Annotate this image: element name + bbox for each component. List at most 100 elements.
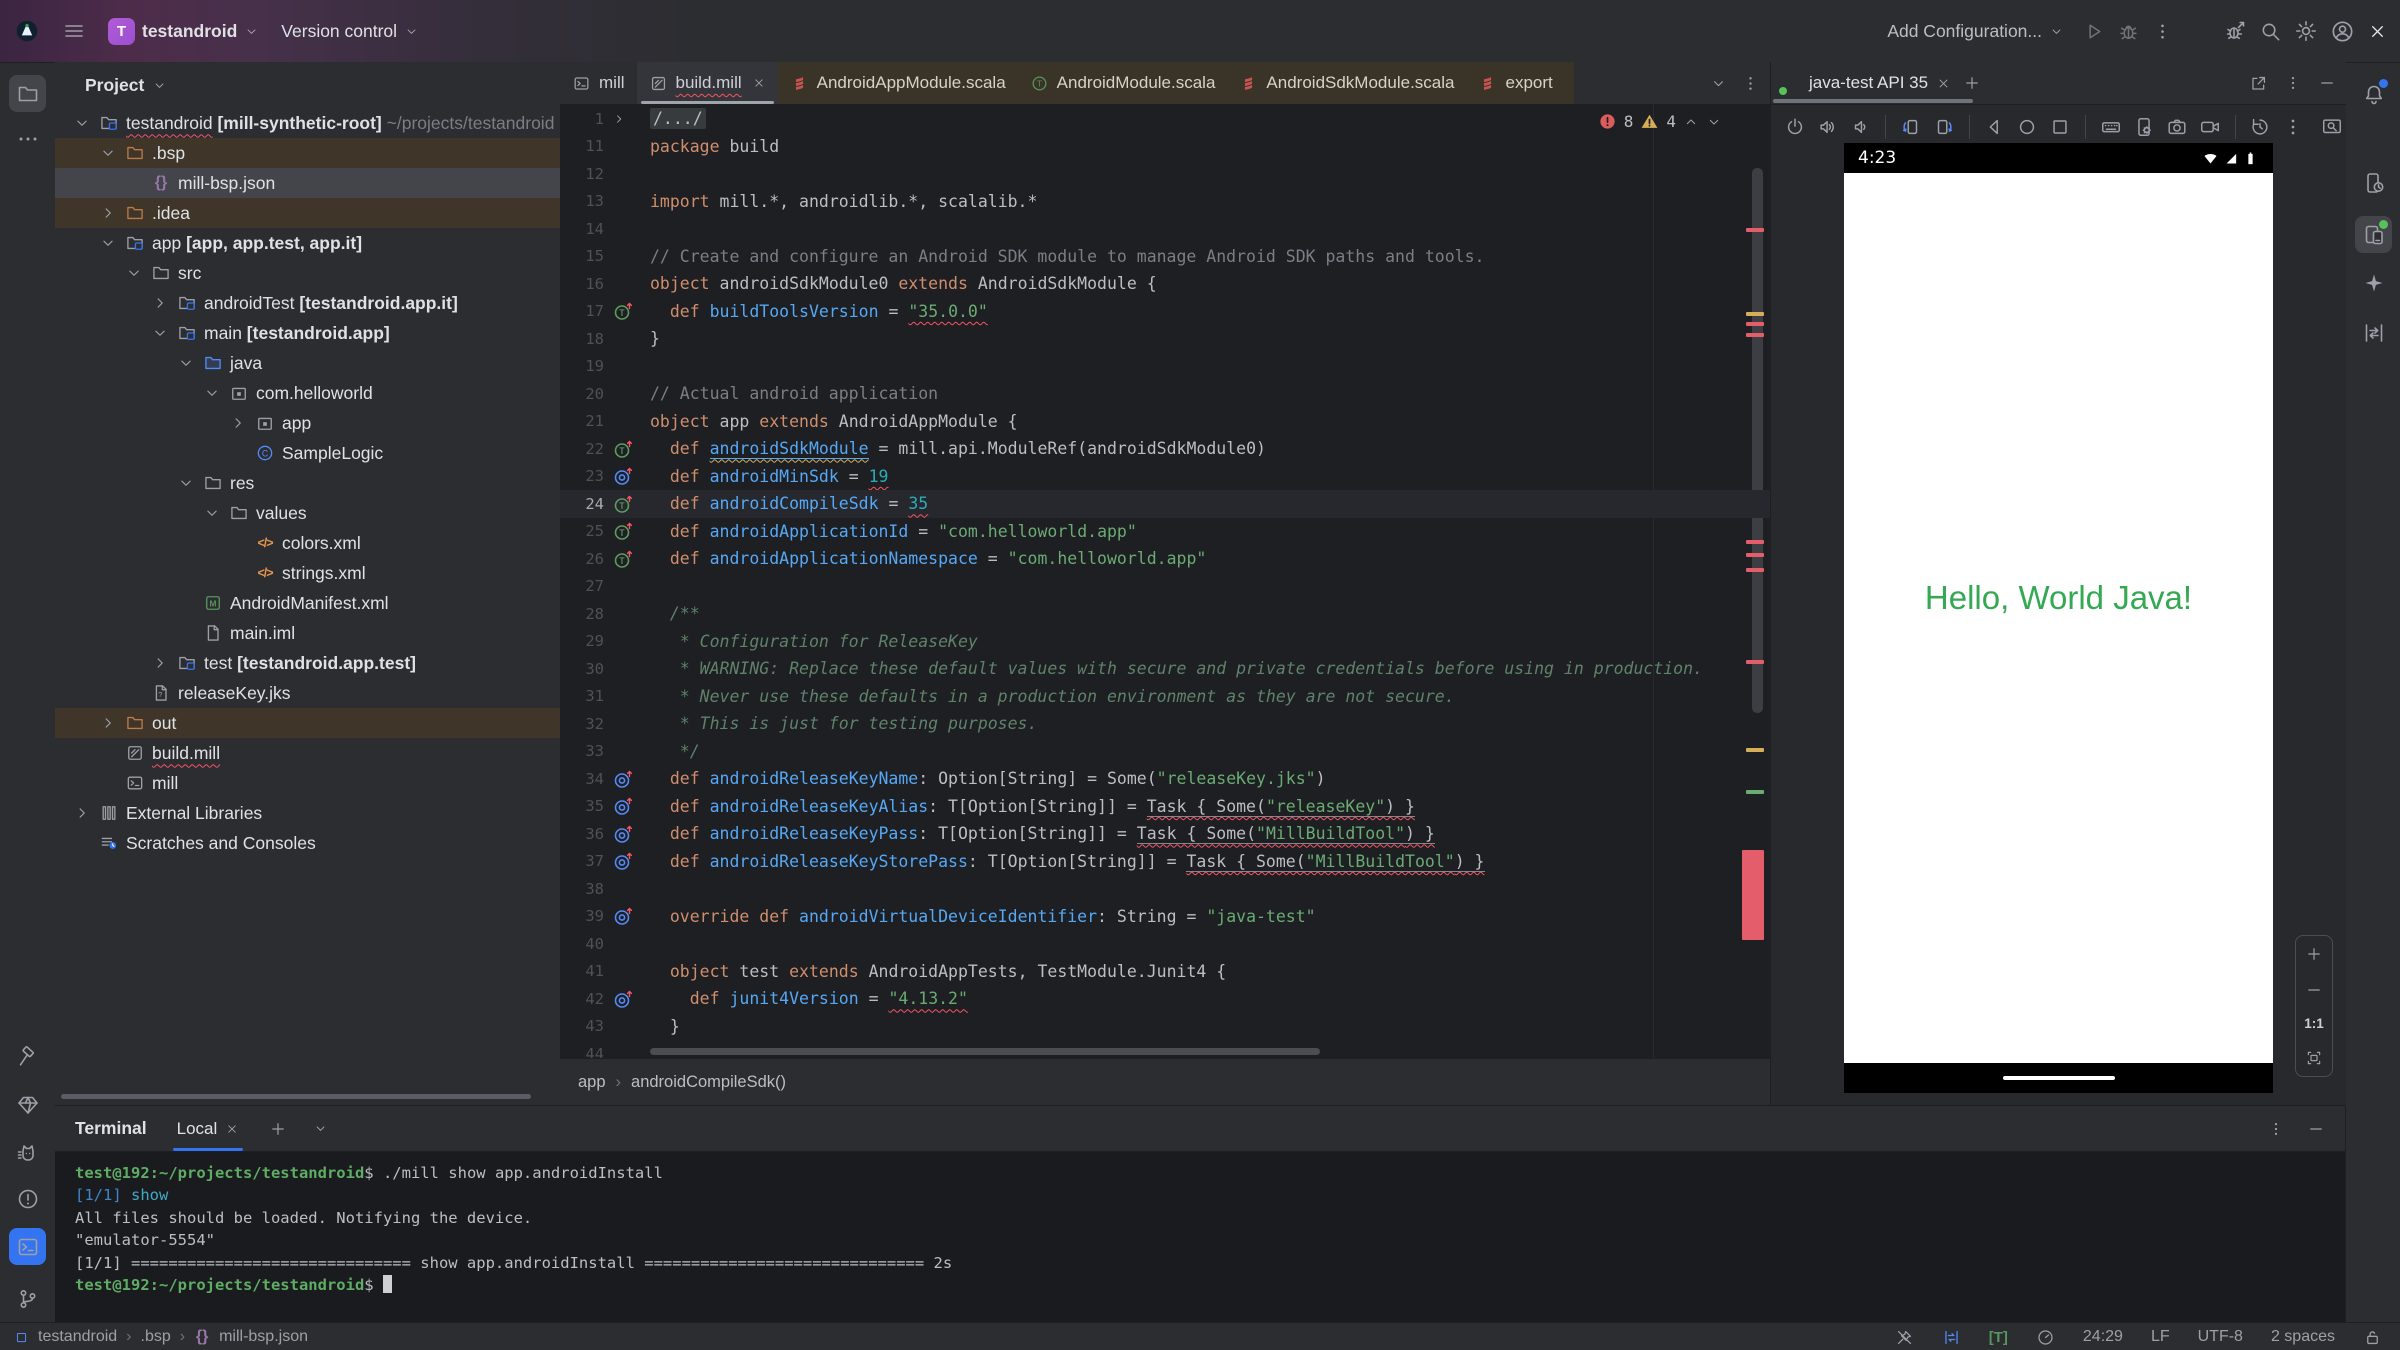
code-line-12[interactable]: 12 xyxy=(560,160,1770,188)
code-line-20[interactable]: 20// Actual android application xyxy=(560,380,1770,408)
code-line-38[interactable]: 38 xyxy=(560,875,1770,903)
editor-options-kebab-icon[interactable] xyxy=(1741,74,1760,93)
project-widget[interactable]: T testandroid xyxy=(108,18,259,45)
code-line-1[interactable]: 1/.../ xyxy=(560,105,1770,133)
ovr-gutter-icon[interactable] xyxy=(612,767,636,791)
more-actions-kebab-icon[interactable] xyxy=(2152,21,2173,42)
account-button[interactable] xyxy=(2330,19,2355,44)
emulator-record-button[interactable] xyxy=(2196,112,2223,142)
profiler-button[interactable] xyxy=(2223,19,2247,43)
code-line-31[interactable]: 31 * Never use these defaults in a produ… xyxy=(560,683,1770,711)
emulator-kebab-button[interactable] xyxy=(2280,112,2307,142)
zoom-out-button[interactable] xyxy=(2305,981,2323,999)
emulator-vol-up-button[interactable] xyxy=(1814,112,1841,142)
toolbar-scrollbar[interactable] xyxy=(1773,99,1973,103)
tree-chevron-icon[interactable] xyxy=(203,504,221,522)
running-devices-button[interactable] xyxy=(2355,216,2392,253)
emulator-home-button[interactable] xyxy=(2014,112,2041,142)
tree-item-samplelogic[interactable]: CSampleLogic xyxy=(55,438,560,468)
ovr-gutter-icon[interactable] xyxy=(612,987,636,1011)
emulator-phone-gear-button[interactable] xyxy=(2130,112,2157,142)
editor-tab-androidsdkmodule-scala[interactable]: AndroidSdkModule.scala xyxy=(1227,62,1466,104)
tree-item-releasekey-jks[interactable]: ?releaseKey.jks xyxy=(55,678,560,708)
ovr-gutter-icon[interactable] xyxy=(612,464,636,488)
tree-chevron-icon[interactable] xyxy=(99,714,117,732)
code-line-25[interactable]: 25T def androidApplicationId = "com.hell… xyxy=(560,518,1770,546)
new-terminal-tab-button[interactable] xyxy=(269,1120,287,1138)
emulator-rot-l-button[interactable] xyxy=(1897,112,1924,142)
indent-size[interactable]: 2 spaces xyxy=(2271,1328,2335,1346)
code-line-18[interactable]: 18} xyxy=(560,325,1770,353)
terminal-tool-button[interactable] xyxy=(9,1228,46,1265)
status-crumb-mill-bsp-json[interactable]: mill-bsp.json xyxy=(219,1328,308,1346)
open-in-window-icon[interactable] xyxy=(2249,74,2268,93)
hide-terminal-icon[interactable] xyxy=(2307,1120,2325,1138)
line-ending[interactable]: LF xyxy=(2151,1328,2170,1346)
emulator-overview-button[interactable] xyxy=(2047,112,2074,142)
task-gutter-icon[interactable]: T xyxy=(612,492,636,516)
code-line-22[interactable]: 22T def androidSdkModule = mill.api.Modu… xyxy=(560,435,1770,463)
tree-item-main[interactable]: main [testandroid.app] xyxy=(55,318,560,348)
code-line-34[interactable]: 34 def androidReleaseKeyName: Option[Str… xyxy=(560,765,1770,793)
fold-arrow-icon[interactable] xyxy=(612,112,626,126)
tree-item-mill-bsp-json[interactable]: {}mill-bsp.json xyxy=(55,168,560,198)
code-line-27[interactable]: 27 xyxy=(560,573,1770,601)
debug-button[interactable] xyxy=(2117,20,2140,43)
emulator-screen[interactable]: 4:23 Hello, World Java! xyxy=(1844,143,2273,1093)
gemini-ai-button[interactable] xyxy=(2355,264,2392,301)
device-manager-button[interactable] xyxy=(2355,164,2392,201)
status-crumb--bsp[interactable]: .bsp xyxy=(141,1328,171,1346)
project-horizontal-scrollbar[interactable] xyxy=(61,1094,531,1099)
notifications-button[interactable] xyxy=(2355,75,2392,112)
task-gutter-icon[interactable]: T xyxy=(612,437,636,461)
code-line-39[interactable]: 39 override def androidVirtualDeviceIden… xyxy=(560,903,1770,931)
hide-panel-icon[interactable] xyxy=(2318,74,2336,92)
caret-position[interactable]: 24:29 xyxy=(2083,1328,2123,1346)
close-window-button[interactable] xyxy=(2367,21,2388,42)
code-line-29[interactable]: 29 * Configuration for ReleaseKey xyxy=(560,628,1770,656)
editor-tab-androidappmodule-scala[interactable]: AndroidAppModule.scala xyxy=(778,62,1018,104)
tree-chevron-icon[interactable] xyxy=(73,114,91,132)
device-panel-kebab-icon[interactable] xyxy=(2284,74,2302,92)
tree-item--idea[interactable]: .idea xyxy=(55,198,560,228)
main-menu-hamburger-icon[interactable] xyxy=(62,19,86,43)
breadcrumb-app[interactable]: app xyxy=(578,1073,606,1092)
sbt-tool-button[interactable] xyxy=(9,1086,46,1123)
tree-item-mill[interactable]: mill xyxy=(55,768,560,798)
tree-chevron-icon[interactable] xyxy=(99,234,117,252)
editor-breadcrumbs[interactable]: app›androidCompileSdk() xyxy=(560,1058,1770,1106)
code-line-23[interactable]: 23 def androidMinSdk = 19 xyxy=(560,463,1770,491)
tree-item-external-libraries[interactable]: External Libraries xyxy=(55,798,560,828)
tree-item-src[interactable]: src xyxy=(55,258,560,288)
tree-item-androidtest[interactable]: androidTest [testandroid.app.it] xyxy=(55,288,560,318)
code-line-32[interactable]: 32 * This is just for testing purposes. xyxy=(560,710,1770,738)
code-line-35[interactable]: 35 def androidReleaseKeyAlias: T[Option[… xyxy=(560,793,1770,821)
code-line-40[interactable]: 40 xyxy=(560,930,1770,958)
emulator-reset-button[interactable] xyxy=(2247,112,2274,142)
tree-item-values[interactable]: values xyxy=(55,498,560,528)
editor-tab-export[interactable]: export xyxy=(1466,62,1574,104)
run-configuration-selector[interactable]: Add Configuration... xyxy=(1887,21,2064,42)
zoom-in-button[interactable] xyxy=(2305,945,2323,963)
tree-chevron-icon[interactable] xyxy=(99,144,117,162)
emulator-keyboard-button[interactable] xyxy=(2097,112,2124,142)
tracker-badge[interactable]: [T] xyxy=(1989,1329,2008,1346)
device-tab[interactable]: java-test API 35 xyxy=(1781,73,1951,93)
run-button[interactable] xyxy=(2082,20,2105,43)
tree-chevron-icon[interactable] xyxy=(151,294,169,312)
code-line-36[interactable]: 36 def androidReleaseKeyPass: T[Option[S… xyxy=(560,820,1770,848)
code-line-24[interactable]: 24T def androidCompileSdk = 35 xyxy=(560,490,1770,518)
tree-chevron-icon[interactable] xyxy=(125,264,143,282)
tab-list-chevron-icon[interactable] xyxy=(1710,75,1727,92)
tree-item-build-mill[interactable]: build.mill xyxy=(55,738,560,768)
tree-item-app[interactable]: app xyxy=(55,408,560,438)
terminal-tab-local[interactable]: Local xyxy=(173,1106,244,1151)
terminal-kebab-icon[interactable] xyxy=(2267,1120,2285,1138)
tree-item-com-helloworld[interactable]: com.helloworld xyxy=(55,378,560,408)
settings-gear-button[interactable] xyxy=(2294,19,2318,43)
tree-chevron-icon[interactable] xyxy=(151,324,169,342)
emulator-rot-r-button[interactable] xyxy=(1931,112,1958,142)
more-tool-windows-button[interactable] xyxy=(9,120,46,157)
tree-item-java[interactable]: java xyxy=(55,348,560,378)
editor-tab-androidmodule-scala[interactable]: TAndroidModule.scala xyxy=(1018,62,1228,104)
